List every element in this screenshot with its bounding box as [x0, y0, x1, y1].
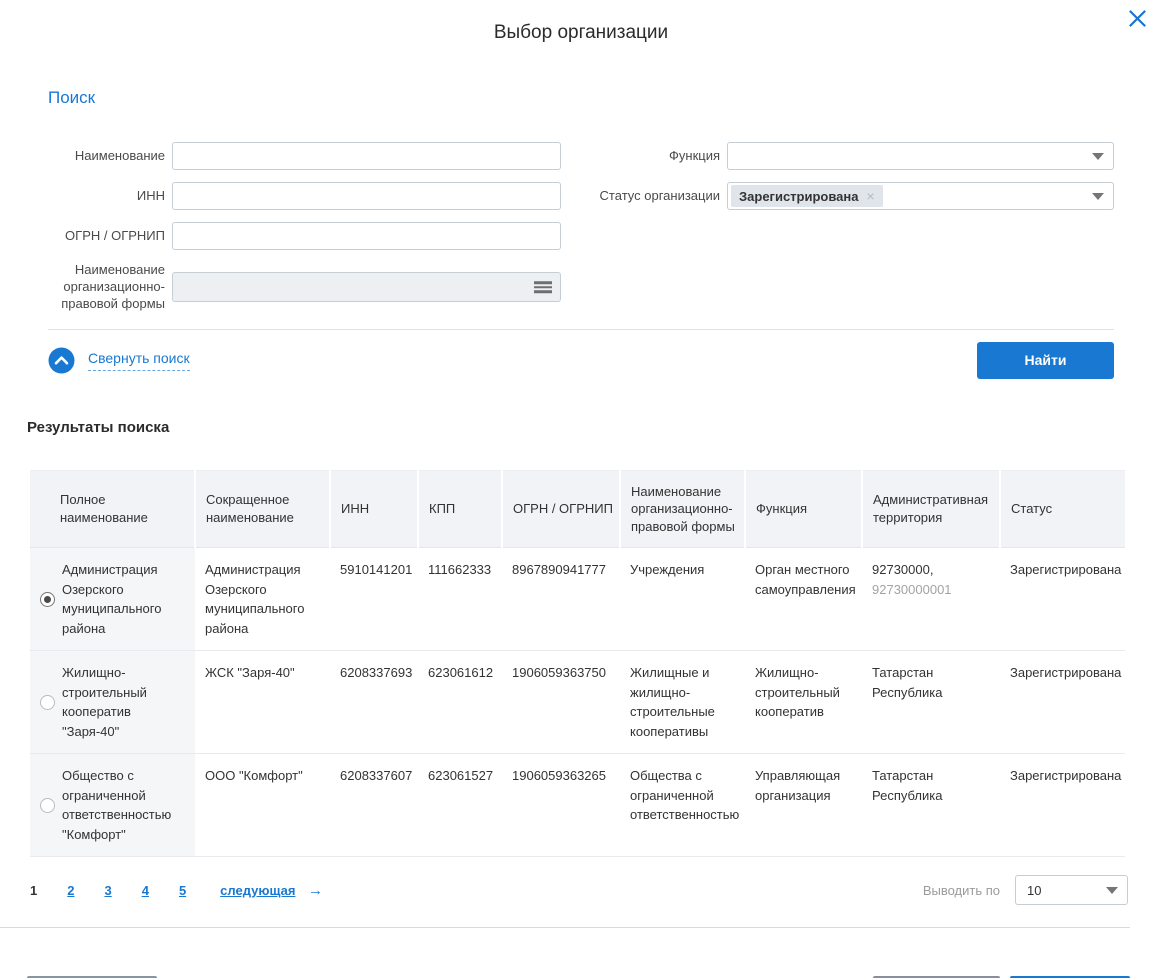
- pagination-page-link[interactable]: 5: [179, 883, 186, 898]
- column-header-inn: ИНН: [330, 470, 418, 548]
- column-header-legal-form: Наименование организационно-правовой фор…: [620, 470, 745, 548]
- row-radio[interactable]: [40, 798, 55, 813]
- cell-territory: 92730000, 92730000001: [862, 548, 1000, 651]
- cell-territory: Татарстан Республика: [862, 651, 1000, 754]
- legal-form-field-label: Наименование организационно-правовой фор…: [48, 262, 165, 313]
- dialog-title: Выбор организации: [0, 0, 1162, 44]
- cell-function: Управляющая организация: [745, 754, 862, 857]
- hamburger-icon: [534, 280, 552, 296]
- pagination-next-link[interactable]: следующая →: [220, 882, 323, 899]
- cell-territory-secondary: 92730000001: [872, 580, 996, 600]
- pagination-next-label: следующая: [220, 883, 295, 898]
- column-header-kpp: КПП: [418, 470, 502, 548]
- name-input[interactable]: [172, 142, 561, 170]
- legal-form-picker[interactable]: [172, 272, 561, 302]
- pagination-page-link[interactable]: 3: [104, 883, 111, 898]
- cell-inn: 5910141201: [330, 548, 418, 651]
- cell-status: Зарегистрирована: [1000, 651, 1125, 754]
- table-row: Администрация Озерского муниципального р…: [30, 548, 1125, 651]
- right-arrow-icon: →: [308, 882, 323, 899]
- cell-full-name: Общество с ограниченной ответственностью…: [62, 766, 191, 844]
- results-table: Полное наименование Сокращенное наименов…: [30, 470, 1125, 858]
- name-field-label: Наименование: [48, 148, 165, 165]
- row-radio[interactable]: [40, 695, 55, 710]
- column-header-full-name: Полное наименование: [30, 470, 195, 548]
- pagination-page-link[interactable]: 2: [67, 883, 74, 898]
- cell-function: Орган местного самоуправления: [745, 548, 862, 651]
- function-select[interactable]: [727, 142, 1114, 170]
- search-heading: Поиск: [48, 88, 1114, 108]
- table-row: Жилищно-строительный кооператив "Заря-40…: [30, 651, 1125, 754]
- cell-kpp: 623061527: [418, 754, 502, 857]
- cell-ogrn: 1906059363750: [502, 651, 620, 754]
- table-header-row: Полное наименование Сокращенное наименов…: [30, 470, 1125, 548]
- collapse-search-link[interactable]: Свернуть поиск: [48, 347, 190, 374]
- cell-inn: 6208337607: [330, 754, 418, 857]
- chevron-down-icon: [1092, 193, 1104, 200]
- cell-legal-form: Общества с ограниченной ответственностью: [620, 754, 745, 857]
- per-page-label: Выводить по: [923, 883, 1000, 898]
- cell-short-name: Администрация Озерского муниципального р…: [195, 548, 330, 651]
- cell-status: Зарегистрирована: [1000, 548, 1125, 651]
- per-page-select[interactable]: 10: [1015, 875, 1128, 905]
- column-header-short-name: Сокращенное наименование: [195, 470, 330, 548]
- cell-inn: 6208337693: [330, 651, 418, 754]
- cell-kpp: 623061612: [418, 651, 502, 754]
- search-form: Наименование Функция ИНН Статус организа…: [48, 142, 1114, 313]
- collapse-search-label: Свернуть поиск: [88, 350, 190, 371]
- inn-field-label: ИНН: [48, 188, 165, 205]
- row-radio[interactable]: [40, 592, 55, 607]
- cell-ogrn: 1906059363265: [502, 754, 620, 857]
- column-header-function: Функция: [745, 470, 862, 548]
- cell-full-name: Администрация Озерского муниципального р…: [62, 560, 191, 638]
- find-button[interactable]: Найти: [977, 342, 1114, 379]
- cell-status: Зарегистрирована: [1000, 754, 1125, 857]
- ogrn-field-label: ОГРН / ОГРНИП: [48, 228, 165, 245]
- pagination-page-link[interactable]: 4: [142, 883, 149, 898]
- status-chip: Зарегистрирована ×: [731, 185, 883, 207]
- cell-kpp: 111662333: [418, 548, 502, 651]
- table-row: Общество с ограниченной ответственностью…: [30, 754, 1125, 857]
- status-chip-label: Зарегистрирована: [739, 189, 859, 204]
- ogrn-input[interactable]: [172, 222, 561, 250]
- cell-legal-form: Учреждения: [620, 548, 745, 651]
- cell-short-name: ЖСК "Заря-40": [195, 651, 330, 754]
- close-button[interactable]: [1122, 4, 1152, 34]
- status-field-label: Статус организации: [561, 188, 720, 205]
- cell-ogrn: 8967890941777: [502, 548, 620, 651]
- organization-select-dialog: Выбор организации Поиск Наименование Фун…: [0, 0, 1162, 978]
- function-field-label: Функция: [561, 148, 720, 165]
- cell-territory: Татарстан Республика: [862, 754, 1000, 857]
- chip-remove-icon[interactable]: ×: [867, 188, 875, 204]
- footer-divider: [0, 927, 1130, 928]
- cell-short-name: ООО "Комфорт": [195, 754, 330, 857]
- column-header-status: Статус: [1000, 470, 1125, 548]
- pagination-current-page: 1: [30, 883, 37, 898]
- results-heading: Результаты поиска: [27, 419, 1162, 436]
- cell-full-name: Жилищно-строительный кооператив "Заря-40…: [62, 663, 191, 741]
- per-page-value: 10: [1027, 883, 1041, 898]
- cell-legal-form: Жилищные и жилищно-строительные кооперат…: [620, 651, 745, 754]
- search-divider: [48, 329, 1114, 330]
- pagination: 1 2 3 4 5 следующая →: [30, 882, 323, 899]
- inn-input[interactable]: [172, 182, 561, 210]
- chevron-up-circle-icon: [48, 347, 75, 374]
- cell-function: Жилищно-строительный кооператив: [745, 651, 862, 754]
- chevron-down-icon: [1092, 153, 1104, 160]
- chevron-down-icon: [1106, 887, 1118, 894]
- close-icon: [1126, 7, 1149, 30]
- status-select[interactable]: Зарегистрирована ×: [727, 182, 1114, 210]
- column-header-territory: Административная территория: [862, 470, 1000, 548]
- column-header-ogrn: ОГРН / ОГРНИП: [502, 470, 620, 548]
